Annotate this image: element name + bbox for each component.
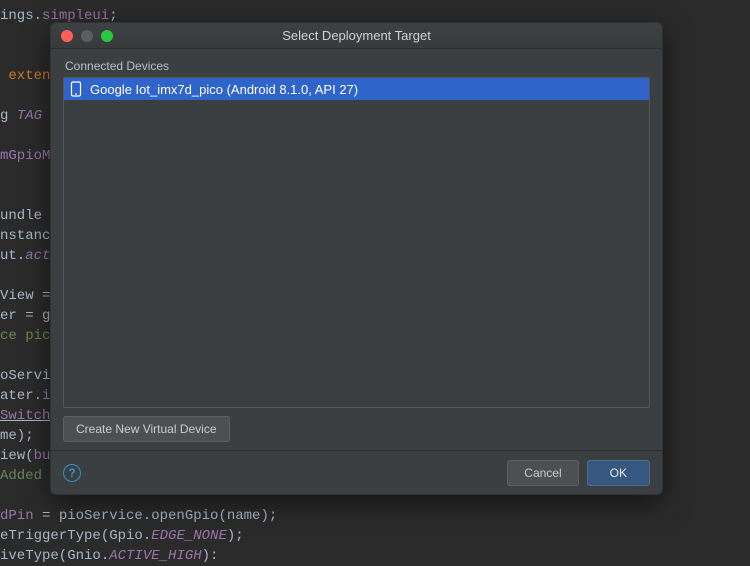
- dialog-footer: ? Cancel OK: [51, 450, 662, 494]
- dialog-title: Select Deployment Target: [51, 28, 662, 43]
- help-icon[interactable]: ?: [63, 464, 81, 482]
- cancel-button[interactable]: Cancel: [507, 460, 578, 486]
- create-virtual-device-button[interactable]: Create New Virtual Device: [63, 416, 230, 442]
- deployment-target-dialog: Select Deployment Target Connected Devic…: [50, 22, 663, 495]
- device-label: Google Iot_imx7d_pico (Android 8.1.0, AP…: [90, 82, 358, 97]
- dialog-content: Connected Devices Google Iot_imx7d_pico …: [51, 49, 662, 450]
- dialog-titlebar: Select Deployment Target: [51, 23, 662, 49]
- device-icon: [70, 81, 82, 97]
- device-list[interactable]: Google Iot_imx7d_pico (Android 8.1.0, AP…: [63, 77, 650, 408]
- device-list-item[interactable]: Google Iot_imx7d_pico (Android 8.1.0, AP…: [64, 78, 649, 100]
- connected-devices-label: Connected Devices: [63, 59, 650, 73]
- ok-button[interactable]: OK: [587, 460, 650, 486]
